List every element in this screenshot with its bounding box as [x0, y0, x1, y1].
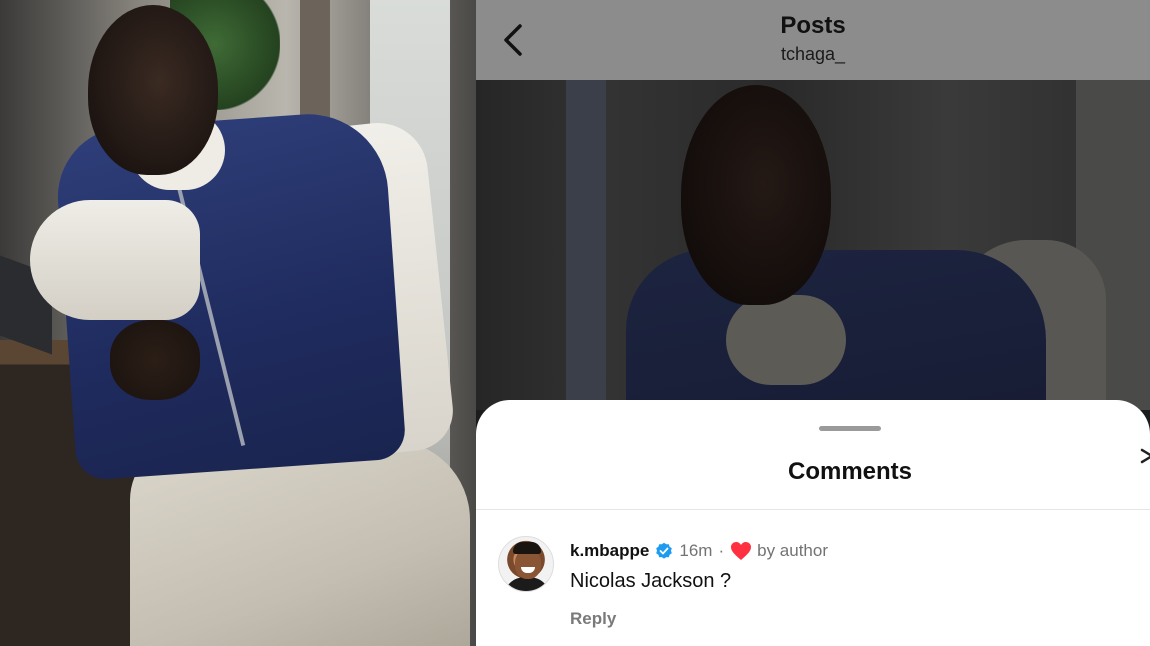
- reply-button[interactable]: Reply: [570, 609, 616, 629]
- avatar-hair: [513, 542, 541, 554]
- post-header: Posts tchaga_: [476, 0, 1150, 80]
- person-photo: [0, 0, 476, 646]
- liked-by-author-label: by author: [757, 541, 828, 560]
- heart-icon: [731, 542, 752, 560]
- person-hand: [110, 320, 200, 400]
- post-author-username[interactable]: tchaga_: [476, 44, 1150, 65]
- post-image[interactable]: [476, 80, 1150, 410]
- comment-username[interactable]: k.mbappe: [570, 541, 649, 561]
- instagram-post-screen: Posts tchaga_ Comments k.mbappe 16m · by…: [476, 0, 1150, 646]
- comment-timestamp: 16m: [679, 541, 713, 560]
- post-image-background: [566, 80, 606, 410]
- verified-badge-icon: [656, 542, 673, 559]
- comment-text: Nicolas Jackson ?: [570, 570, 732, 592]
- avatar-body: [503, 577, 551, 591]
- page-title: Posts: [780, 12, 846, 39]
- post-person-collar: [726, 295, 846, 385]
- comments-sheet: Comments k.mbappe 16m · by author Nicola…: [476, 400, 1150, 646]
- sheet-drag-handle[interactable]: [819, 426, 881, 431]
- comment-item: k.mbappe 16m · by author Nicolas Jackson…: [476, 510, 1150, 646]
- person-head: [88, 5, 218, 175]
- comment-header: k.mbappe 16m · by author: [570, 540, 828, 562]
- post-person-head: [681, 85, 831, 305]
- send-icon[interactable]: [1140, 446, 1150, 466]
- avatar[interactable]: [498, 536, 554, 592]
- comments-title: Comments: [787, 458, 913, 485]
- person-arm: [30, 200, 200, 320]
- comment-separator: ·: [718, 541, 725, 560]
